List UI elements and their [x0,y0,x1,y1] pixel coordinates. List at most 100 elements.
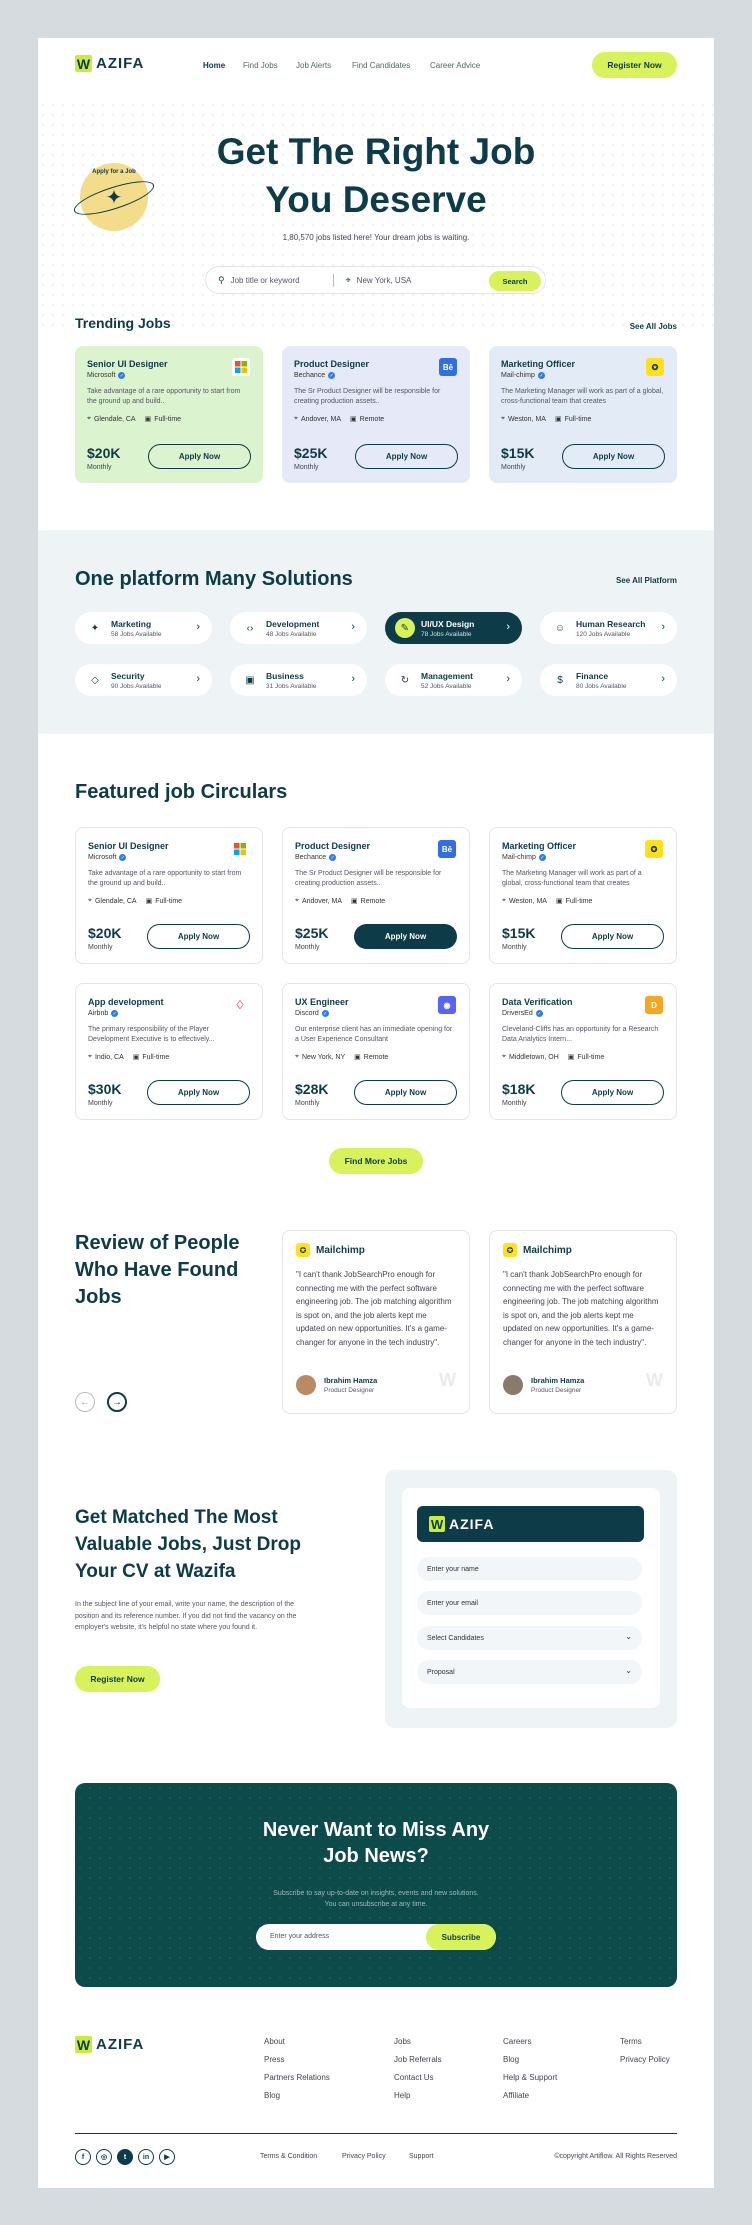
apply-now-button[interactable]: Apply Now [354,1080,457,1105]
logo-mark: W [75,2036,92,2053]
footer-logo[interactable]: W AZIFA [75,2036,144,2053]
footer-support-link[interactable]: Support [409,2153,434,2160]
nav-career-advice[interactable]: Career Advice [430,61,480,70]
footer-link-help-support[interactable]: Help & Support [503,2073,557,2082]
apply-now-button[interactable]: Apply Now [148,444,251,469]
apply-now-button[interactable]: Apply Now [147,924,250,949]
footer-link-terms[interactable]: Terms [620,2037,670,2046]
proposal-dropdown[interactable]: Proposal ⌄ [417,1660,642,1684]
featured-card-5[interactable]: UX Engineer Discord ✓ ◉ Our enterprise cl… [282,983,470,1120]
trending-card-3[interactable]: Marketing Officer Mail-chimp ✓ ✪ The Mark… [489,346,677,483]
category-development[interactable]: ‹› Development 48 Jobs Available › [230,612,367,644]
reviewer: Ibrahim Hamza Product Designer [503,1375,663,1395]
footer-link-help[interactable]: Help [394,2091,442,2100]
apply-now-button[interactable]: Apply Now [561,924,664,949]
facebook-icon[interactable]: f [75,2149,91,2165]
job-location: Glendale, CA [94,897,137,905]
verified-icon: ✓ [329,854,337,861]
job-meta: ⌖ Andover, MA ▣ Remote [295,897,457,905]
featured-title: Featured job Circulars [75,781,288,803]
apply-now-button[interactable]: Apply Now [355,444,458,469]
category-ui-ux-design[interactable]: ✎ UI/UX Design 78 Jobs Available › [385,612,522,644]
logo-text: AZIFA [96,55,145,72]
featured-card-4[interactable]: App development Airbnb ✓ ♢ The primary re… [75,983,263,1120]
location-icon: ⌖ [295,897,299,904]
footer-link-contact[interactable]: Contact Us [394,2073,442,2082]
search-divider [332,273,334,287]
briefcase-icon: ▣ [567,1054,575,1061]
trending-card-2[interactable]: Product Designer Bechance ✓ Bē The Sr Pro… [282,346,470,483]
salary-period: Monthly [88,944,113,951]
featured-card-3[interactable]: Marketing Officer Mail-chimp ✓ ✪ The Mark… [489,827,677,964]
search-button[interactable]: Search [489,271,541,291]
apply-now-button[interactable]: Apply Now [561,1080,664,1105]
footer-link-about[interactable]: About [264,2037,330,2046]
email-field[interactable]: Enter your email [417,1591,642,1615]
verified-icon: ✓ [118,372,126,379]
platform-title: One platform Many Solutions [75,568,353,590]
nav-job-alerts[interactable]: Job Alerts [296,61,331,70]
instagram-icon[interactable]: ◎ [96,2149,112,2165]
job-type: Full-time [577,1053,605,1061]
cv-register-button[interactable]: Register Now [75,1666,160,1692]
youtube-icon[interactable]: ▶ [159,2149,175,2165]
nav-find-candidates[interactable]: Find Candidates [352,61,410,70]
featured-card-2[interactable]: Product Designer Bechance ✓ Bē The Sr Pro… [282,827,470,964]
twitter-icon[interactable]: t [117,2149,133,2165]
salary-value: $20K [88,925,122,941]
prev-arrow-icon[interactable]: ← [75,1392,95,1412]
trending-card-1[interactable]: Senior UI Designer Microsoft ✓ Take advan… [75,346,263,483]
location-input[interactable]: New York, USA [357,276,412,285]
copyright: ©copyright Artiflow. All Rights Reserved [554,2153,677,2160]
salary-block: $15K Monthly [501,445,534,471]
select-candidates-dropdown[interactable]: Select Candidates ⌄ [417,1626,642,1650]
category-business[interactable]: ▣ Business 31 Jobs Available › [230,664,367,696]
see-all-jobs-link[interactable]: See All Jobs [630,322,677,331]
category-security[interactable]: ◇ Security 90 Jobs Available › [75,664,212,696]
name-field[interactable]: Enter your name [417,1557,642,1581]
footer-link-job-referrals[interactable]: Job Referrals [394,2055,442,2064]
footer-link-careers[interactable]: Careers [503,2037,557,2046]
newsletter-title: Never Want to Miss Any Job News? [75,1817,677,1869]
briefcase-icon: ▣ [350,416,357,423]
verified-icon: ✓ [537,372,545,379]
category-marketing[interactable]: ✦ Marketing 58 Jobs Available › [75,612,212,644]
footer-link-jobs[interactable]: Jobs [394,2037,442,2046]
register-now-button[interactable]: Register Now [592,52,677,78]
featured-card-6[interactable]: Data Verification DriversEd ✓ D Cleveland… [489,983,677,1120]
footer-terms-link[interactable]: Terms & Condition [260,2153,317,2160]
company-name: Bechance [295,854,327,861]
category-count: 58 Jobs Available [111,630,162,638]
search-input[interactable]: Job title or keyword [231,276,321,285]
footer-link-blog-2[interactable]: Blog [503,2055,557,2064]
company-name: Bechance [294,372,326,379]
apply-now-button[interactable]: Apply Now [147,1080,250,1105]
nav-home[interactable]: Home [203,61,225,70]
apply-now-button[interactable]: Apply Now [354,924,457,949]
brand-logo[interactable]: W AZIFA [75,55,144,72]
salary-block: $25K Monthly [295,925,328,951]
footer-link-partners[interactable]: Partners Relations [264,2073,330,2082]
featured-card-1[interactable]: Senior UI Designer Microsoft ✓ Take advan… [75,827,263,964]
next-arrow-icon[interactable]: → [107,1392,127,1412]
company-line: Airbnb ✓ [88,1010,250,1017]
see-all-platform-link[interactable]: See All Platform [616,576,677,585]
footer-privacy-link[interactable]: Privacy Policy [342,2153,386,2160]
footer-link-press[interactable]: Press [264,2055,330,2064]
footer-link-affiliate[interactable]: Affiliate [503,2091,557,2100]
linkedin-icon[interactable]: in [138,2149,154,2165]
nav-find-jobs[interactable]: Find Jobs [243,61,278,70]
job-location: Andover, MA [300,415,342,423]
category-finance[interactable]: $ Finance 80 Jobs Available › [540,664,677,696]
footer-link-blog[interactable]: Blog [264,2091,330,2100]
job-description: Cleveland-Cliffs has an opportunity for … [502,1026,659,1044]
footer-link-privacy[interactable]: Privacy Policy [620,2055,670,2064]
category-name: Security [111,670,145,681]
review-card-2: ✪ Mailchimp "I can't thank JobSearchPro … [489,1230,677,1414]
email-address-input[interactable]: Enter your address [270,1933,329,1940]
category-management[interactable]: ↻ Management 52 Jobs Available › [385,664,522,696]
apply-now-button[interactable]: Apply Now [562,444,665,469]
find-more-jobs-button[interactable]: Find More Jobs [329,1148,423,1174]
category-human-research[interactable]: ☺ Human Research 120 Jobs Available › [540,612,677,644]
subscribe-button[interactable]: Subscribe [426,1924,496,1950]
